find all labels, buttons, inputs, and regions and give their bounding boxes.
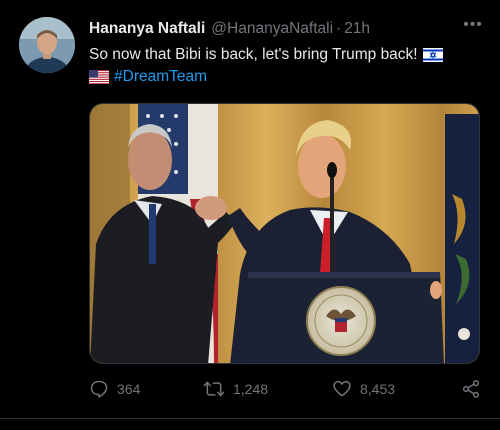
retweet-button[interactable]: 1,248 bbox=[203, 379, 268, 399]
tweet-photo[interactable] bbox=[89, 103, 480, 364]
divider bbox=[0, 418, 500, 419]
tweet-text: So now that Bibi is back, let's bring Tr… bbox=[89, 44, 489, 88]
tweet-text-line: So now that Bibi is back, let's bring Tr… bbox=[89, 46, 418, 63]
hashtag-link[interactable]: #DreamTeam bbox=[114, 66, 207, 88]
tweet-card[interactable]: Hananya Naftali @HananyaNaftali · 21h ••… bbox=[0, 0, 500, 430]
reply-count: 364 bbox=[117, 381, 141, 397]
avatar[interactable] bbox=[19, 17, 75, 73]
usa-flag-icon bbox=[89, 70, 109, 84]
reply-icon bbox=[90, 380, 108, 398]
retweet-icon bbox=[203, 381, 225, 397]
display-name[interactable]: Hananya Naftali bbox=[89, 20, 205, 38]
tweet-header: Hananya Naftali @HananyaNaftali · 21h bbox=[89, 20, 440, 42]
share-button[interactable] bbox=[461, 379, 489, 399]
timestamp[interactable]: 21h bbox=[344, 20, 370, 38]
user-handle[interactable]: @HananyaNaftali bbox=[211, 20, 333, 38]
like-count: 8,453 bbox=[360, 381, 396, 397]
share-icon bbox=[462, 380, 480, 398]
reply-button[interactable]: 364 bbox=[89, 379, 140, 399]
action-bar: 364 1,248 8,453 bbox=[89, 376, 484, 402]
heart-icon bbox=[333, 380, 351, 397]
retweet-count: 1,248 bbox=[233, 381, 269, 397]
separator-dot: · bbox=[336, 20, 342, 37]
like-button[interactable]: 8,453 bbox=[332, 379, 395, 399]
israel-flag-icon bbox=[422, 48, 443, 62]
more-icon[interactable]: ••• bbox=[462, 17, 484, 38]
